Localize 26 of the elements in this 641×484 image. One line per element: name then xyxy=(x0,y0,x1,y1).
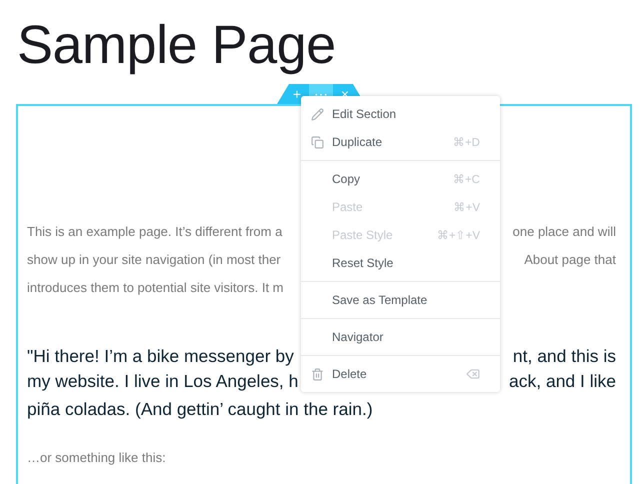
closing-text: …or something like this: xyxy=(27,450,167,465)
trash-icon xyxy=(311,368,324,380)
quote-text: ack, and I like xyxy=(509,370,616,393)
quote-text: piña coladas. (And gettin’ caught in the rain.) xyxy=(27,398,373,421)
menu-item[interactable]: Navigator xyxy=(301,323,500,351)
shortcut-text: ⌘+D xyxy=(452,136,480,149)
paragraph-text: introduces them to potential site visitors. It m xyxy=(27,279,284,297)
menu-item[interactable]: Reset Style xyxy=(301,249,500,277)
menu-item[interactable]: Delete xyxy=(301,360,500,388)
quote-text: nt, and this is xyxy=(512,345,616,368)
paragraph-text: one place and will xyxy=(512,223,616,241)
shortcut-text: ⌘+V xyxy=(454,201,480,214)
page-title: Sample Page xyxy=(16,14,337,77)
copy-icon xyxy=(311,136,324,148)
menu-item[interactable]: Save as Template xyxy=(301,286,500,314)
shortcut-text: ⌘+C xyxy=(452,173,480,186)
paragraph-text: show up in your site navigation (in most ther xyxy=(27,251,281,269)
shortcut-text: ⌘+⇧+V xyxy=(436,229,480,242)
quote-text: "Hi there! I’m a bike messenger by xyxy=(27,345,294,368)
paragraph-text: This is an example page. It’s different from a xyxy=(27,223,282,241)
paragraph-text: About page that xyxy=(524,251,616,269)
backspace-icon xyxy=(466,367,480,381)
pencil-icon xyxy=(311,108,324,120)
quote-text: my website. I live in Los Angeles, h xyxy=(27,370,298,393)
menu-item[interactable]: Copy ⌘+C xyxy=(301,165,500,193)
menu-item[interactable]: Duplicate ⌘+D xyxy=(301,128,500,156)
